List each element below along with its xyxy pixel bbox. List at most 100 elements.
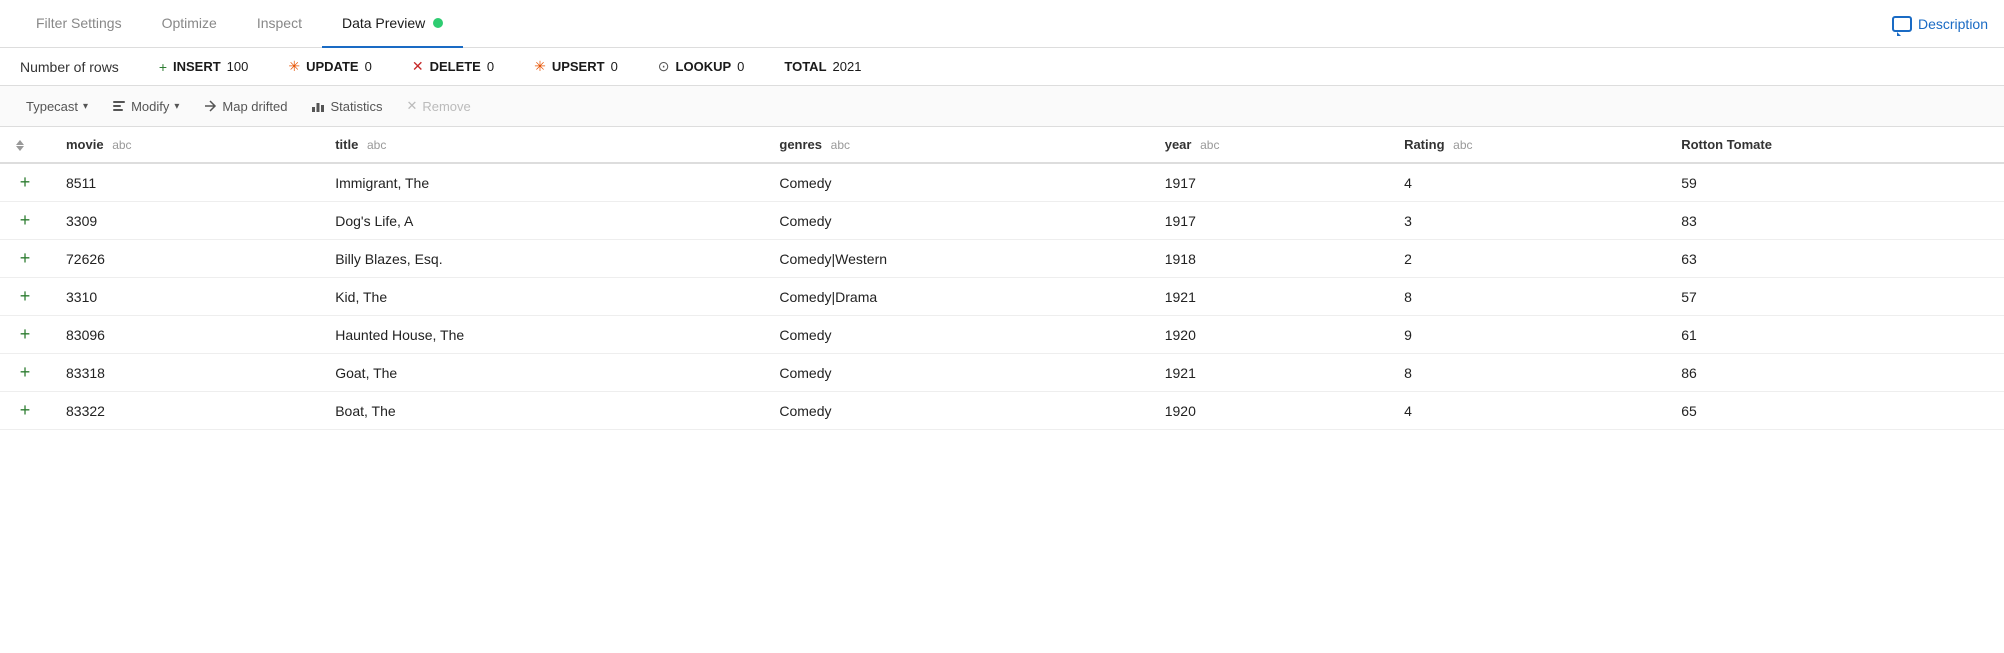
cell-year: 1918	[1149, 240, 1388, 278]
typecast-button[interactable]: Typecast ▾	[16, 95, 98, 118]
cell-genres: Comedy|Drama	[763, 278, 1148, 316]
cell-rotten_tomatoes: 63	[1665, 240, 2004, 278]
cell-year: 1920	[1149, 316, 1388, 354]
modify-label: Modify	[131, 99, 169, 114]
cell-movie: 3310	[50, 278, 319, 316]
active-dot	[433, 18, 443, 28]
col-movie[interactable]: movie abc	[50, 127, 319, 163]
total-value: 2021	[833, 59, 862, 74]
insert-plus-icon[interactable]: +	[8, 240, 43, 277]
total-key: TOTAL	[784, 59, 826, 74]
col-title-label: title	[335, 137, 358, 152]
sort-icon	[16, 140, 24, 151]
insert-plus-icon[interactable]: +	[8, 316, 43, 353]
cell-title: Boat, The	[319, 392, 763, 430]
delete-value: 0	[487, 59, 494, 74]
row-insert-action[interactable]: +	[0, 202, 50, 240]
cell-rotten_tomatoes: 59	[1665, 163, 2004, 202]
cell-movie: 83096	[50, 316, 319, 354]
remove-label: Remove	[422, 99, 470, 114]
row-insert-action[interactable]: +	[0, 240, 50, 278]
statistics-icon	[311, 99, 325, 113]
col-year-type: abc	[1200, 138, 1219, 152]
col-movie-type: abc	[112, 138, 131, 152]
cell-movie: 3309	[50, 202, 319, 240]
cell-title: Dog's Life, A	[319, 202, 763, 240]
data-table: movie abc title abc genres abc year abc …	[0, 127, 2004, 430]
cell-movie: 83322	[50, 392, 319, 430]
cell-rotten_tomatoes: 86	[1665, 354, 2004, 392]
col-genres[interactable]: genres abc	[763, 127, 1148, 163]
col-rating-type: abc	[1453, 138, 1472, 152]
table-row: +83096Haunted House, TheComedy1920961	[0, 316, 2004, 354]
cell-title: Goat, The	[319, 354, 763, 392]
row-insert-action[interactable]: +	[0, 316, 50, 354]
cell-genres: Comedy	[763, 392, 1148, 430]
top-nav: Filter Settings Optimize Inspect Data Pr…	[0, 0, 2004, 48]
cell-rating: 4	[1388, 163, 1665, 202]
table-row: +72626Billy Blazes, Esq.Comedy|Western19…	[0, 240, 2004, 278]
cell-rating: 9	[1388, 316, 1665, 354]
table-row: +8511Immigrant, TheComedy1917459	[0, 163, 2004, 202]
col-sort[interactable]	[0, 127, 50, 163]
insert-plus-icon[interactable]: +	[8, 164, 43, 201]
row-insert-action[interactable]: +	[0, 278, 50, 316]
col-title-type: abc	[367, 138, 386, 152]
lookup-key: LOOKUP	[676, 59, 732, 74]
upsert-icon: ✳	[534, 58, 546, 75]
row-insert-action[interactable]: +	[0, 392, 50, 430]
insert-plus-icon[interactable]: +	[8, 278, 43, 315]
statistics-label: Statistics	[330, 99, 382, 114]
table-row: +3309Dog's Life, AComedy1917383	[0, 202, 2004, 240]
cell-rotten_tomatoes: 83	[1665, 202, 2004, 240]
tab-inspect[interactable]: Inspect	[237, 0, 322, 48]
tab-data-preview[interactable]: Data Preview	[322, 0, 463, 48]
cell-rating: 8	[1388, 354, 1665, 392]
lookup-icon: ⊙	[658, 58, 670, 75]
insert-icon: +	[159, 59, 167, 75]
cell-rating: 4	[1388, 392, 1665, 430]
cell-year: 1917	[1149, 163, 1388, 202]
table-row: +83322Boat, TheComedy1920465	[0, 392, 2004, 430]
tab-filter-settings[interactable]: Filter Settings	[16, 0, 142, 48]
col-rating[interactable]: Rating abc	[1388, 127, 1665, 163]
col-movie-label: movie	[66, 137, 104, 152]
tab-optimize[interactable]: Optimize	[142, 0, 237, 48]
col-year[interactable]: year abc	[1149, 127, 1388, 163]
cell-rotten_tomatoes: 61	[1665, 316, 2004, 354]
col-rotten-tomatoes[interactable]: Rotton Tomate	[1665, 127, 2004, 163]
modify-icon	[112, 99, 126, 113]
map-drifted-label: Map drifted	[222, 99, 287, 114]
cell-rating: 3	[1388, 202, 1665, 240]
cell-rotten_tomatoes: 57	[1665, 278, 2004, 316]
cell-rating: 8	[1388, 278, 1665, 316]
statistics-button[interactable]: Statistics	[301, 95, 392, 118]
cell-rating: 2	[1388, 240, 1665, 278]
insert-plus-icon[interactable]: +	[8, 354, 43, 391]
update-icon: ✳	[288, 58, 300, 75]
row-count-label: Number of rows	[20, 59, 119, 75]
col-genres-type: abc	[831, 138, 850, 152]
lookup-stat: ⊙ LOOKUP 0	[658, 58, 745, 75]
table-row: +83318Goat, TheComedy1921886	[0, 354, 2004, 392]
delete-key: DELETE	[430, 59, 481, 74]
insert-plus-icon[interactable]: +	[8, 392, 43, 429]
modify-chevron-icon: ▾	[174, 101, 179, 112]
typecast-chevron-icon: ▾	[83, 101, 88, 112]
remove-button[interactable]: ✕ Remove	[396, 94, 480, 118]
insert-key: INSERT	[173, 59, 221, 74]
update-key: UPDATE	[306, 59, 358, 74]
row-insert-action[interactable]: +	[0, 163, 50, 202]
table-header-row: movie abc title abc genres abc year abc …	[0, 127, 2004, 163]
delete-stat: ✕ DELETE 0	[412, 58, 494, 75]
cell-genres: Comedy	[763, 316, 1148, 354]
row-insert-action[interactable]: +	[0, 354, 50, 392]
cell-movie: 83318	[50, 354, 319, 392]
insert-plus-icon[interactable]: +	[8, 202, 43, 239]
map-drifted-button[interactable]: Map drifted	[193, 95, 297, 118]
description-button[interactable]: Description	[1892, 0, 1988, 47]
col-title[interactable]: title abc	[319, 127, 763, 163]
cell-year: 1921	[1149, 354, 1388, 392]
modify-button[interactable]: Modify ▾	[102, 95, 189, 118]
cell-year: 1917	[1149, 202, 1388, 240]
